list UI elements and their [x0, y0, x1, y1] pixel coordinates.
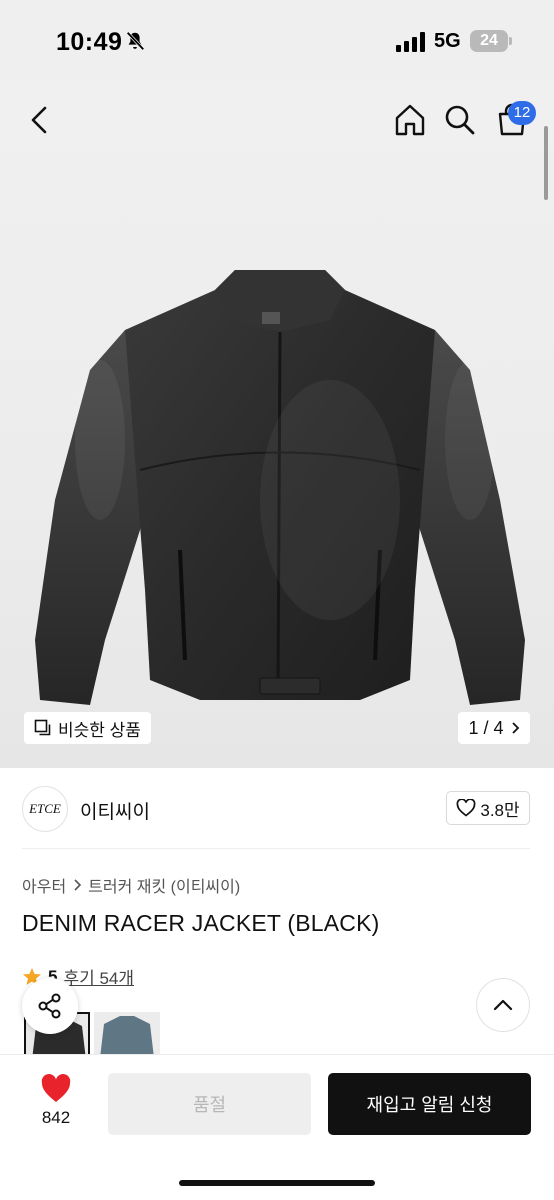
- chevron-right-icon: [74, 879, 82, 891]
- similar-products-button[interactable]: 비슷한 상품: [24, 712, 151, 744]
- chevron-right-icon: [511, 722, 519, 734]
- similar-products-label: 비슷한 상품: [58, 720, 141, 740]
- status-time: 10:49: [56, 28, 123, 56]
- color-thumbnail-blue[interactable]: [94, 1012, 160, 1058]
- chevron-up-icon: [493, 999, 513, 1011]
- scroll-indicator[interactable]: [544, 126, 548, 200]
- search-icon[interactable]: [442, 100, 478, 140]
- soldout-button[interactable]: 품절: [108, 1073, 311, 1135]
- page-counter-label: 1 / 4: [468, 717, 504, 738]
- thumbnail-image: [94, 1012, 160, 1058]
- heart-outline-icon: [456, 799, 476, 817]
- similar-icon: [34, 719, 51, 736]
- breadcrumb-category[interactable]: 아우터: [22, 873, 66, 897]
- status-bar: 10:49 5G 24: [0, 0, 554, 80]
- bell-slash-icon: [126, 31, 145, 51]
- breadcrumb-subcategory[interactable]: 트러커 재킷 (이티씨이): [88, 873, 240, 897]
- home-indicator[interactable]: [179, 1180, 375, 1186]
- battery-indicator: 24: [470, 30, 508, 52]
- battery-tip: [509, 37, 512, 45]
- brand-logo[interactable]: ETCE: [22, 786, 68, 832]
- home-icon[interactable]: [392, 100, 428, 140]
- signal-icon: [396, 32, 425, 52]
- image-page-counter[interactable]: 1 / 4: [458, 712, 530, 744]
- like-count: 842: [41, 1108, 71, 1127]
- share-button[interactable]: [22, 978, 78, 1034]
- product-image: [35, 270, 525, 705]
- review-link[interactable]: 후기 54개: [63, 964, 134, 989]
- product-image-gallery[interactable]: [0, 80, 554, 768]
- restock-alert-button[interactable]: 재입고 알림 신청: [328, 1073, 531, 1135]
- divider: [22, 848, 530, 849]
- scroll-top-button[interactable]: [476, 978, 530, 1032]
- brand-like-button[interactable]: 3.8만: [446, 791, 530, 825]
- back-icon[interactable]: [22, 100, 58, 140]
- breadcrumb: 아우터 트러커 재킷 (이티씨이): [22, 873, 240, 897]
- cart-count-badge: 12: [508, 101, 536, 125]
- product-title: DENIM RACER JACKET (BLACK): [22, 910, 380, 936]
- heart-filled-icon[interactable]: [40, 1074, 72, 1104]
- network-label: 5G: [434, 30, 461, 52]
- brand-like-count: 3.8만: [480, 800, 520, 820]
- brand-name[interactable]: 이티씨이: [80, 797, 150, 824]
- share-icon: [38, 993, 61, 1019]
